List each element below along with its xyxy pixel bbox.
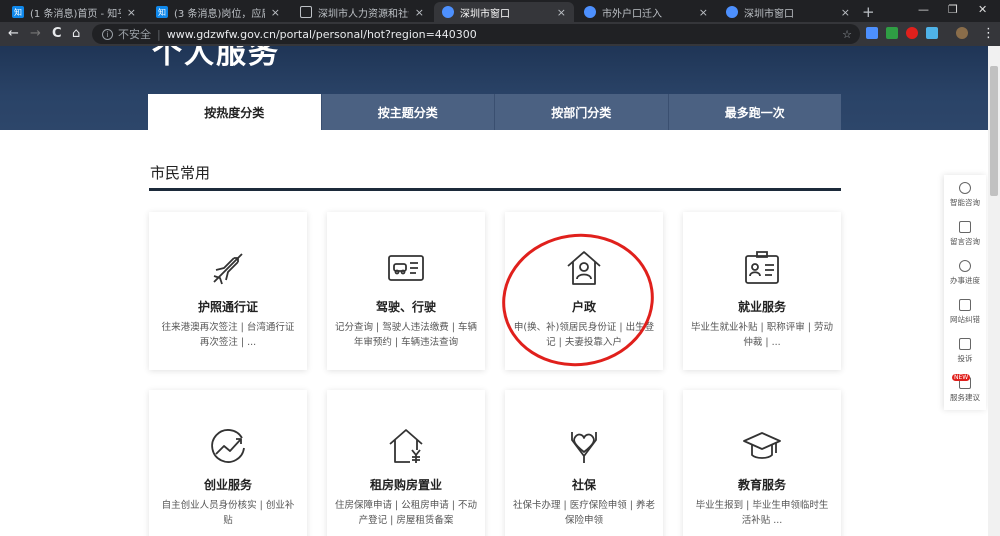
- address-bar[interactable]: i 不安全 | www.gdzwfw.gov.cn/portal/persona…: [92, 24, 860, 44]
- browser-tab-strip: 知 (1 条消息)首页 - 知乎 × 知 (3 条消息)岗位，应届生怎么... …: [0, 0, 1000, 22]
- service-card-housing[interactable]: 租房购房置业 住房保障申请 | 公租房申请 | 不动产登记 | 房屋租赁备案: [327, 390, 485, 536]
- headset-icon: [959, 181, 971, 194]
- close-tab-icon[interactable]: ×: [841, 6, 850, 19]
- heart-hands-icon: [571, 432, 597, 463]
- side-item-message-consult[interactable]: 留言咨询: [944, 214, 986, 253]
- progress-icon: [959, 259, 971, 272]
- new-badge: NEW: [952, 374, 971, 381]
- side-item-progress[interactable]: 办事进度: [944, 253, 986, 292]
- tab-by-theme[interactable]: 按主题分类: [320, 94, 494, 130]
- bookmark-star-icon[interactable]: ☆: [842, 28, 852, 41]
- minimize-icon[interactable]: —: [918, 3, 929, 16]
- forward-icon[interactable]: →: [30, 26, 41, 41]
- security-label: 不安全: [118, 28, 151, 41]
- correction-icon: [959, 298, 971, 311]
- house-yuan-icon: [389, 429, 423, 463]
- tab-one-trip-max[interactable]: 最多跑一次: [667, 94, 841, 130]
- record-extension-icon[interactable]: [906, 27, 918, 39]
- browser-tab[interactable]: 知 (1 条消息)首页 - 知乎 ×: [4, 2, 144, 22]
- service-card-entrepreneurship[interactable]: 创业服务 自主创业人员身份核实 | 创业补贴: [149, 390, 307, 536]
- close-tab-icon[interactable]: ×: [271, 6, 280, 19]
- translate-extension-icon[interactable]: [866, 27, 878, 39]
- browser-tab[interactable]: 知 (3 条消息)岗位，应届生怎么... ×: [148, 2, 288, 22]
- profile-avatar[interactable]: [956, 27, 968, 39]
- zhihu-icon: 知: [12, 6, 24, 18]
- zhihu-icon: 知: [156, 6, 168, 18]
- complaint-icon: [959, 337, 971, 350]
- page-content: 个人服务 按热度分类 按主题分类 按部门分类 最多跑一次 市民常用 护照通行证 …: [0, 46, 988, 536]
- growth-chart-icon: [211, 429, 245, 463]
- close-tab-icon[interactable]: ×: [127, 6, 136, 19]
- browser-tab[interactable]: 市外户口迁入 ×: [576, 2, 716, 22]
- tab-by-popularity[interactable]: 按热度分类: [148, 94, 321, 130]
- close-window-icon[interactable]: ✕: [978, 3, 987, 16]
- maximize-icon[interactable]: ❐: [948, 3, 958, 16]
- page-scrollbar[interactable]: [988, 46, 1000, 536]
- close-tab-icon[interactable]: ×: [557, 6, 566, 19]
- side-service-panel: 智能咨询 留言咨询 办事进度 网站纠错 投诉 NEW 服务建议: [944, 175, 986, 410]
- browser-toolbar: ← → C ⌂ i 不安全 | www.gdzwfw.gov.cn/portal…: [0, 22, 1000, 46]
- service-card-education[interactable]: 教育服务 毕业生报到 | 毕业生申领临时生活补贴 ...: [683, 390, 841, 536]
- info-icon[interactable]: i: [102, 28, 113, 40]
- reload-icon[interactable]: C: [52, 26, 62, 41]
- screenshot-extension-icon[interactable]: [926, 27, 938, 39]
- tab-by-department[interactable]: 按部门分类: [494, 94, 668, 130]
- section-title: 市民常用: [150, 164, 211, 182]
- close-tab-icon[interactable]: ×: [699, 6, 708, 19]
- category-tabs: 按热度分类 按主题分类 按部门分类 最多跑一次: [148, 94, 841, 130]
- driver-license-icon: [388, 255, 424, 281]
- side-item-complaint[interactable]: 投诉: [944, 331, 986, 370]
- service-card-driving[interactable]: 驾驶、行驶 记分查询 | 驾驶人违法缴费 | 车辆年审预约 | 车辆违法查询: [327, 212, 485, 370]
- browser-tab[interactable]: 深圳市人力资源和社会保障局 ×: [292, 2, 432, 22]
- document-icon: [300, 6, 312, 18]
- new-tab-button[interactable]: +: [862, 3, 875, 21]
- side-item-suggestion[interactable]: NEW 服务建议: [944, 370, 986, 409]
- url-text[interactable]: www.gdzwfw.gov.cn/portal/personal/hot?re…: [167, 28, 477, 41]
- service-card-passport[interactable]: 护照通行证 往来港澳再次签注 | 台湾通行证再次签注 | ...: [149, 212, 307, 370]
- shenzhen-gov-icon: [442, 6, 454, 18]
- scrollbar-thumb[interactable]: [990, 66, 998, 196]
- divider: |: [157, 27, 161, 41]
- graduation-cap-icon: [743, 432, 781, 459]
- service-card-employment[interactable]: 就业服务 毕业生就业补贴 | 职称评审 | 劳动仲裁 | ...: [683, 212, 841, 370]
- home-icon[interactable]: ⌂: [72, 26, 80, 41]
- download-extension-icon[interactable]: [886, 27, 898, 39]
- service-card-social-security[interactable]: 社保 社保卡办理 | 医疗保险申领 | 养老保险申领: [505, 390, 663, 536]
- close-tab-icon[interactable]: ×: [415, 6, 424, 19]
- back-icon[interactable]: ←: [8, 26, 19, 41]
- house-person-icon: [567, 251, 601, 285]
- section-divider: [149, 188, 841, 191]
- menu-icon[interactable]: ⋮: [982, 26, 995, 41]
- shenzhen-gov-icon: [726, 6, 738, 18]
- service-card-household[interactable]: 户政 申(换、补)领居民身份证 | 出生登记 | 夫妻投靠入户: [505, 212, 663, 370]
- side-item-smart-consult[interactable]: 智能咨询: [944, 175, 986, 214]
- page-title: 个人服务: [152, 46, 280, 71]
- airplane-icon: [213, 253, 243, 285]
- browser-tab[interactable]: 深圳市窗口 ×: [718, 2, 858, 22]
- browser-tab-active[interactable]: 深圳市窗口 ×: [434, 2, 574, 22]
- side-item-correction[interactable]: 网站纠错: [944, 292, 986, 331]
- shenzhen-gov-icon: [584, 6, 596, 18]
- message-icon: [959, 220, 971, 233]
- employment-badge-icon: [745, 251, 779, 284]
